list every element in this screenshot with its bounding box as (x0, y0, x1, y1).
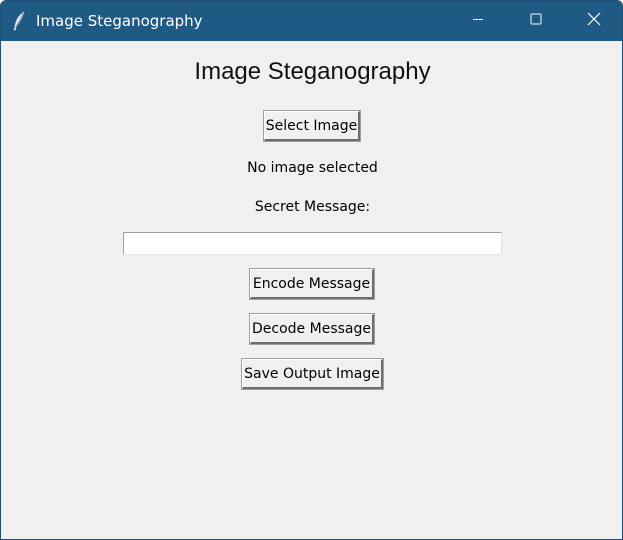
app-window: Image Steganography Image Steganography … (0, 0, 623, 540)
feather-icon (11, 11, 27, 31)
page-title: Image Steganography (194, 58, 431, 85)
minimize-icon (472, 12, 484, 30)
secret-message-label: Secret Message: (254, 199, 371, 215)
select-image-button[interactable]: Select Image (263, 110, 361, 142)
close-icon (587, 12, 601, 31)
secret-message-input[interactable] (123, 232, 502, 255)
maximize-button[interactable] (507, 1, 565, 41)
title-bar[interactable]: Image Steganography (1, 1, 622, 41)
decode-message-button[interactable]: Decode Message (249, 313, 375, 345)
maximize-icon (530, 12, 542, 30)
minimize-button[interactable] (449, 1, 507, 41)
window-title: Image Steganography (36, 12, 203, 30)
close-button[interactable] (565, 1, 622, 41)
save-output-image-button[interactable]: Save Output Image (241, 358, 384, 390)
encode-message-button[interactable]: Encode Message (249, 268, 375, 300)
image-status-label: No image selected (247, 160, 378, 176)
